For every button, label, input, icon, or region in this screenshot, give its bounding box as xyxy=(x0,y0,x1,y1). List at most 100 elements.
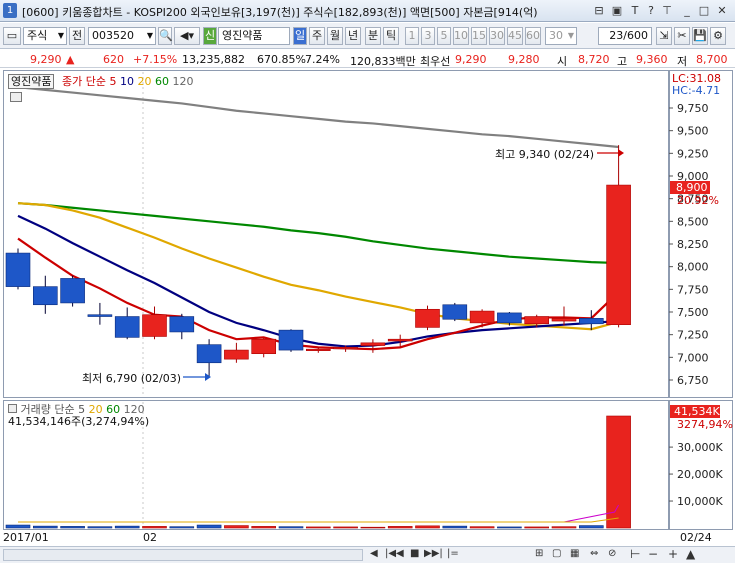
price-tick-label: 7,750 xyxy=(677,283,709,296)
volume-bar xyxy=(278,526,304,529)
volume-pct-tag: 3274,94% xyxy=(677,418,733,431)
grid2-icon[interactable]: ▦ xyxy=(570,548,579,559)
candle-body xyxy=(360,342,386,346)
candle-body xyxy=(224,349,249,360)
min-label: 최저 6,790 (02/03) xyxy=(82,372,182,385)
target-icon[interactable]: ⊘ xyxy=(608,548,616,559)
candle-body xyxy=(578,318,604,325)
volume-bar xyxy=(442,525,468,529)
volume-bar xyxy=(387,526,413,529)
x-label-jan: 2017/01 xyxy=(3,531,49,544)
zoom-out-button[interactable]: − xyxy=(648,547,658,561)
volume-tick-label: 20,000K xyxy=(677,468,723,481)
legend-ma5: 종가 단순 5 xyxy=(61,75,117,88)
current-volume-tag: 41,534K xyxy=(670,405,720,418)
scale-up-icon[interactable]: ▲ xyxy=(686,547,695,561)
candle-body xyxy=(524,316,550,325)
price-tick-label: 7,500 xyxy=(677,306,709,319)
ma5-line xyxy=(17,237,620,351)
volume-bar xyxy=(60,526,85,529)
play-forward-icon[interactable]: ▶▶| xyxy=(424,548,443,559)
price-tick-label: 9,750 xyxy=(677,102,709,115)
expand-icon[interactable]: ⇔ xyxy=(590,548,598,559)
current-price-tag: 8,900 xyxy=(670,181,710,194)
price-tick-label: 7,250 xyxy=(677,329,709,342)
candle-body xyxy=(442,304,468,320)
price-tick-label: 8,250 xyxy=(677,238,709,251)
price-tick-label: 9,250 xyxy=(677,147,709,160)
price-tick-label: 8,000 xyxy=(677,261,709,274)
candle-body xyxy=(606,184,631,325)
volume-bar xyxy=(305,526,331,529)
volume-bar xyxy=(224,525,249,529)
volume-tick-label: 30,000K xyxy=(677,441,723,454)
price-legend: 영진약품 종가 단순 5 10 20 60 120 xyxy=(8,73,193,89)
volume-bar xyxy=(251,526,276,529)
volume-bar xyxy=(578,525,604,529)
price-tick-label: 6,750 xyxy=(677,374,709,387)
candle-body xyxy=(333,347,358,350)
volume-bar xyxy=(5,524,31,529)
candle-body xyxy=(551,318,577,322)
bottom-bar: ◀ |◀◀ ■ ▶▶| |= ⊞ ▢ ▦ ⇔ ⊘ ⊢ − + ▲ xyxy=(0,546,735,563)
volume-bar xyxy=(606,415,631,529)
grid-icon[interactable]: ⊞ xyxy=(535,548,543,559)
candle-body xyxy=(5,252,31,287)
volume-ma20-line xyxy=(18,517,619,523)
legend-ma20: 20 xyxy=(137,75,152,88)
legend-ma60: 60 xyxy=(154,75,169,88)
volume-bar xyxy=(360,526,386,529)
scroll-track[interactable] xyxy=(3,549,363,561)
max-label: 최고 9,340 (02/24) xyxy=(495,148,595,161)
volume-bar xyxy=(32,525,58,529)
ma20-line xyxy=(17,202,619,331)
volume-info: 41,534,146주(3,274,94%) xyxy=(8,415,150,428)
current-pct-tag: 20.92% xyxy=(677,194,719,207)
shrink-icon[interactable]: ⊢ xyxy=(630,547,640,561)
ma60-line xyxy=(17,202,619,265)
ma10-line xyxy=(17,214,619,348)
volume-bar xyxy=(333,526,358,529)
price-tick-label: 9,500 xyxy=(677,125,709,138)
volume-bar xyxy=(196,524,222,529)
legend-ma120: 120 xyxy=(172,75,194,88)
legend-ma10: 10 xyxy=(119,75,134,88)
play-back-icon[interactable]: |◀◀ xyxy=(385,548,404,559)
volume-bar xyxy=(142,526,167,529)
volume-bar xyxy=(524,526,550,529)
stock-tag: 영진약품 xyxy=(8,74,55,89)
candle-body xyxy=(497,312,522,324)
candle-body xyxy=(87,314,113,317)
copy-icon[interactable]: ▢ xyxy=(552,548,561,559)
x-label-feb: 02 xyxy=(143,531,157,544)
candle-body xyxy=(469,310,495,324)
zoom-in-button[interactable]: + xyxy=(668,547,678,561)
hc-value: HC:-4.71 xyxy=(672,84,721,97)
volume-tick-label: 10,000K xyxy=(677,495,723,508)
price-tick-label: 7,000 xyxy=(677,351,709,364)
candle-body xyxy=(169,316,195,333)
candle-body xyxy=(415,308,440,328)
volume-bar xyxy=(415,525,440,529)
volume-bar xyxy=(469,526,495,529)
candle-body xyxy=(251,338,276,355)
min-arrow-head xyxy=(205,373,211,381)
price-tick-label: 8,500 xyxy=(677,215,709,228)
scroll-divider-icon: |= xyxy=(447,548,459,559)
pane-toggle-icon[interactable] xyxy=(8,404,17,413)
candle-body xyxy=(196,344,222,364)
volume-bar xyxy=(114,525,140,529)
scroll-left-icon[interactable]: ◀ xyxy=(370,548,378,559)
candle-body xyxy=(32,286,58,306)
volume-bar xyxy=(87,526,113,529)
candle-body xyxy=(278,329,304,351)
candle-body xyxy=(114,316,140,338)
candle-body xyxy=(60,278,85,304)
x-label-right: 02/24 xyxy=(680,531,712,544)
stop-icon[interactable]: ■ xyxy=(410,548,419,559)
candle-body xyxy=(142,314,167,337)
pane-toggle-icon[interactable] xyxy=(10,92,22,102)
volume-bar xyxy=(551,526,577,529)
volume-bar xyxy=(497,526,522,529)
volume-bar xyxy=(169,526,195,529)
